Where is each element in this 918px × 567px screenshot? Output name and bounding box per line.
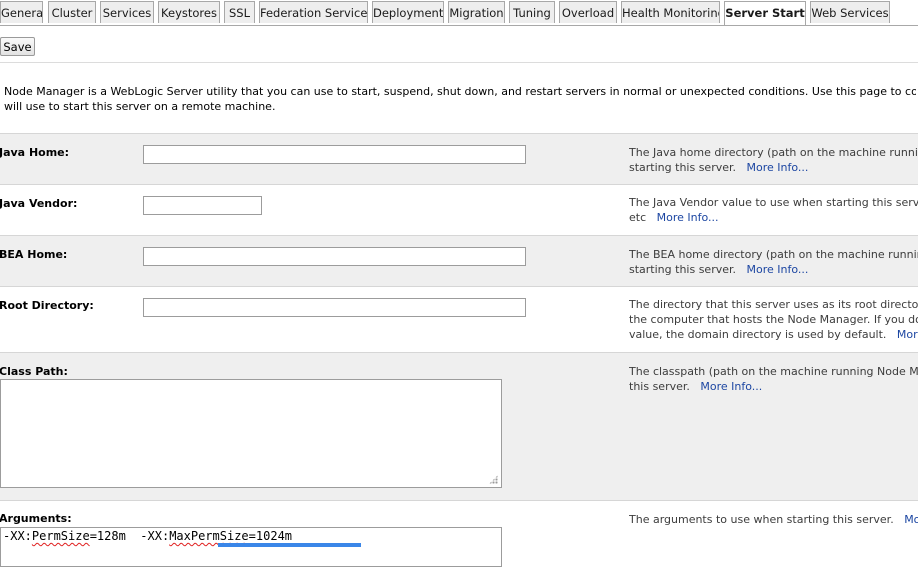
class-path-textarea[interactable]: [0, 379, 502, 488]
arguments-value: -XX:PermSize=128m -XX:MaxPermSize=1024m: [1, 528, 501, 566]
toolbar: Save: [0, 26, 918, 63]
root-directory-help-line-3: value, the domain directory is used by d…: [629, 327, 918, 342]
tab-ssl[interactable]: SSL: [224, 1, 255, 23]
java-home-help-line-1: The Java home directory (path on the mac…: [629, 146, 918, 159]
class-path-help-text: this server.: [629, 380, 690, 393]
tab-general[interactable]: General: [0, 1, 43, 23]
class-path-more-info-link[interactable]: More Info...: [700, 380, 762, 393]
save-button[interactable]: Save: [0, 37, 35, 56]
tab-overload[interactable]: Overload: [559, 1, 617, 23]
arguments-value-prefix: -XX:: [3, 529, 32, 543]
page-description: Node Manager is a WebLogic Server utilit…: [4, 84, 916, 114]
java-home-more-info-link[interactable]: More Info...: [747, 161, 809, 174]
arguments-more-info-link[interactable]: More Info...: [904, 513, 918, 526]
bea-home-help-line-1: The BEA home directory (path on the mach…: [629, 248, 918, 261]
arguments-textarea[interactable]: -XX:PermSize=128m -XX:MaxPermSize=1024m: [0, 527, 502, 567]
tab-deployment[interactable]: Deployment: [372, 1, 444, 23]
arguments-value-max-perm-size: MaxPermSize: [169, 529, 249, 543]
root-directory-help-line-1: The directory that this server uses as i…: [629, 298, 918, 311]
java-vendor-help: The Java Vendor value to use when starti…: [629, 195, 918, 225]
arguments-label: Arguments:: [0, 512, 72, 525]
root-directory-help-text: value, the domain directory is used by d…: [629, 328, 887, 341]
tab-tuning[interactable]: Tuning: [509, 1, 555, 23]
java-vendor-help-line-2: etc More Info...: [629, 210, 918, 225]
root-directory-more-info-link[interactable]: More Info...: [897, 328, 918, 341]
bea-home-more-info-link[interactable]: More Info...: [747, 263, 809, 276]
tab-federation-services[interactable]: Federation Services: [259, 1, 368, 23]
java-home-help: The Java home directory (path on the mac…: [629, 145, 918, 175]
java-home-help-text: starting this server.: [629, 161, 737, 174]
description-line-2: will use to start this server on a remot…: [4, 100, 276, 113]
resize-grip-icon[interactable]: [489, 475, 498, 484]
class-path-help: The classpath (path on the machine runni…: [629, 364, 918, 394]
root-directory-label: Root Directory:: [0, 299, 94, 312]
java-vendor-help-line-1: The Java Vendor value to use when starti…: [629, 196, 918, 209]
java-vendor-label: Java Vendor:: [0, 197, 78, 210]
root-directory-input[interactable]: [143, 298, 526, 317]
arguments-help-text: The arguments to use when starting this …: [629, 513, 894, 526]
arguments-row: Arguments: -XX:PermSize=128m -XX:MaxPerm…: [0, 500, 918, 567]
tab-web-services[interactable]: Web Services: [810, 1, 890, 23]
java-vendor-input[interactable]: [143, 196, 262, 215]
bea-home-help-line-2: starting this server. More Info...: [629, 262, 918, 277]
arguments-value-middle: =128m -XX:: [89, 529, 170, 543]
class-path-help-line-2: this server. More Info...: [629, 379, 918, 394]
arguments-help-line-1: The arguments to use when starting this …: [629, 512, 918, 527]
bea-home-help: The BEA home directory (path on the mach…: [629, 247, 918, 277]
description-line-1: Node Manager is a WebLogic Server utilit…: [4, 85, 916, 98]
root-directory-help: The directory that this server uses as i…: [629, 297, 918, 342]
tab-keystores[interactable]: Keystores: [158, 1, 220, 23]
java-vendor-row: Java Vendor: The Java Vendor value to us…: [0, 184, 918, 235]
arguments-value-suffix: =1024m: [248, 529, 293, 543]
tab-server-start[interactable]: Server Start: [724, 1, 806, 25]
tab-health-monitoring[interactable]: Health Monitoring: [621, 1, 720, 23]
java-home-help-line-2: starting this server. More Info...: [629, 160, 918, 175]
bea-home-row: BEA Home: The BEA home directory (path o…: [0, 235, 918, 286]
tab-migration[interactable]: Migration: [448, 1, 505, 23]
text-selection-highlight: [218, 543, 361, 547]
arguments-value-perm-size: PermSize: [31, 529, 90, 543]
bea-home-help-text: starting this server.: [629, 263, 737, 276]
root-directory-row: Root Directory: The directory that this …: [0, 286, 918, 352]
class-path-help-line-1: The classpath (path on the machine runni…: [629, 365, 918, 378]
root-directory-help-line-2: the computer that hosts the Node Manager…: [629, 313, 918, 326]
tab-services[interactable]: Services: [100, 1, 154, 23]
java-home-label: Java Home:: [0, 146, 70, 159]
tab-cluster[interactable]: Cluster: [48, 1, 96, 23]
java-vendor-help-text: etc: [629, 211, 647, 224]
bea-home-label: BEA Home:: [0, 248, 68, 261]
bea-home-input[interactable]: [143, 247, 526, 266]
java-vendor-more-info-link[interactable]: More Info...: [657, 211, 719, 224]
java-home-row: Java Home: The Java home directory (path…: [0, 133, 918, 184]
java-home-input[interactable]: [143, 145, 526, 164]
class-path-label: Class Path:: [0, 365, 68, 378]
class-path-row: Class Path: The classpath (path on the m…: [0, 352, 918, 500]
tab-bar: General Cluster Services Keystores SSL F…: [0, 0, 918, 26]
arguments-help: The arguments to use when starting this …: [629, 512, 918, 527]
